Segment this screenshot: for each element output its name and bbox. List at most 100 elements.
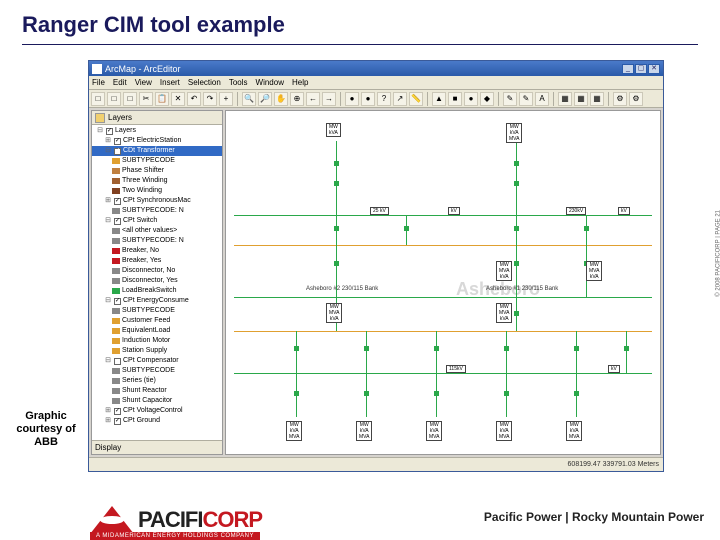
layer-checkbox[interactable]: ✓ xyxy=(114,408,121,415)
layer-item[interactable]: Disconnector, Yes xyxy=(92,276,222,286)
tree-toggle-icon[interactable]: ⊞ xyxy=(104,406,112,416)
switch-node[interactable] xyxy=(574,346,579,351)
toolbar-button-33[interactable]: ▦ xyxy=(574,92,588,106)
layer-item[interactable]: Three Winding xyxy=(92,176,222,186)
menu-edit[interactable]: Edit xyxy=(113,78,127,87)
toolbar-button-3[interactable]: ✂ xyxy=(139,92,153,106)
switch-node[interactable] xyxy=(514,311,519,316)
switch-node[interactable] xyxy=(514,161,519,166)
toolbar-button-0[interactable]: □ xyxy=(91,92,105,106)
toolbar-button-1[interactable]: □ xyxy=(107,92,121,106)
tree-toggle-icon[interactable]: ⊟ xyxy=(96,126,104,136)
layer-item[interactable]: ⊟✓Layers xyxy=(92,126,222,136)
switch-node[interactable] xyxy=(334,226,339,231)
layers-panel-footer-tab[interactable]: Display xyxy=(92,440,222,454)
toolbar-button-11[interactable]: 🔎 xyxy=(258,92,272,106)
toolbar-button-18[interactable]: ● xyxy=(361,92,375,106)
toolbar-button-4[interactable]: 📋 xyxy=(155,92,169,106)
switch-node[interactable] xyxy=(404,226,409,231)
layer-item[interactable]: SUBTYPECODE xyxy=(92,306,222,316)
switch-node[interactable] xyxy=(504,391,509,396)
menu-insert[interactable]: Insert xyxy=(160,78,180,87)
minimize-button[interactable]: _ xyxy=(622,64,634,74)
tree-toggle-icon[interactable]: ⊟ xyxy=(104,146,112,156)
switch-node[interactable] xyxy=(334,261,339,266)
toolbar-button-17[interactable]: ● xyxy=(345,92,359,106)
toolbar-button-24[interactable]: ■ xyxy=(448,92,462,106)
layer-item[interactable]: SUBTYPECODE xyxy=(92,366,222,376)
switch-node[interactable] xyxy=(294,391,299,396)
switch-node[interactable] xyxy=(514,181,519,186)
toolbar-button-5[interactable]: ✕ xyxy=(171,92,185,106)
layer-checkbox[interactable]: ✓ xyxy=(114,198,121,205)
layer-item[interactable]: ⊞✓CPt VoltageControl xyxy=(92,406,222,416)
layer-item[interactable]: Shunt Reactor xyxy=(92,386,222,396)
toolbar-button-21[interactable]: 📏 xyxy=(409,92,423,106)
layer-item[interactable]: Disconnector, No xyxy=(92,266,222,276)
switch-node[interactable] xyxy=(434,346,439,351)
menu-selection[interactable]: Selection xyxy=(188,78,221,87)
switch-node[interactable] xyxy=(364,346,369,351)
tree-toggle-icon[interactable]: ⊞ xyxy=(104,416,112,426)
menu-tools[interactable]: Tools xyxy=(229,78,248,87)
layer-item[interactable]: ⊞✓CPt SynchronousMac xyxy=(92,196,222,206)
toolbar-button-8[interactable]: + xyxy=(219,92,233,106)
toolbar-button-26[interactable]: ◆ xyxy=(480,92,494,106)
layer-item[interactable]: ⊞✓CPt ElectricStation xyxy=(92,136,222,146)
layer-item[interactable]: Breaker, Yes xyxy=(92,256,222,266)
layer-item[interactable]: <all other values> xyxy=(92,226,222,236)
menu-file[interactable]: File xyxy=(92,78,105,87)
switch-node[interactable] xyxy=(504,346,509,351)
layer-item[interactable]: Customer Feed xyxy=(92,316,222,326)
switch-node[interactable] xyxy=(514,261,519,266)
layer-item[interactable]: EquivalentLoad xyxy=(92,326,222,336)
tree-toggle-icon[interactable]: ⊞ xyxy=(104,196,112,206)
layer-checkbox[interactable]: ✓ xyxy=(114,298,121,305)
layer-item[interactable]: ⊟✓CDt Transformer xyxy=(92,146,222,156)
switch-node[interactable] xyxy=(624,346,629,351)
tree-toggle-icon[interactable]: ⊟ xyxy=(104,216,112,226)
layer-item[interactable]: SUBTYPECODE: N xyxy=(92,206,222,216)
menu-help[interactable]: Help xyxy=(292,78,308,87)
switch-node[interactable] xyxy=(364,391,369,396)
layer-checkbox[interactable]: ✓ xyxy=(114,218,121,225)
layer-checkbox[interactable]: ✓ xyxy=(106,128,113,135)
toolbar-button-6[interactable]: ↶ xyxy=(187,92,201,106)
layer-item[interactable]: Breaker, No xyxy=(92,246,222,256)
switch-node[interactable] xyxy=(584,226,589,231)
toolbar-button-28[interactable]: ✎ xyxy=(503,92,517,106)
layer-item[interactable]: ⊟✓CPt Switch xyxy=(92,216,222,226)
menu-view[interactable]: View xyxy=(135,78,152,87)
layer-item[interactable]: Induction Motor xyxy=(92,336,222,346)
switch-node[interactable] xyxy=(334,161,339,166)
layer-item[interactable]: LoadBreakSwitch xyxy=(92,286,222,296)
tree-toggle-icon[interactable]: ⊟ xyxy=(104,356,112,366)
toolbar-button-25[interactable]: ● xyxy=(464,92,478,106)
toolbar-button-2[interactable]: □ xyxy=(123,92,137,106)
layer-item[interactable]: Station Supply xyxy=(92,346,222,356)
toolbar-button-19[interactable]: ? xyxy=(377,92,391,106)
close-button[interactable]: ✕ xyxy=(648,64,660,74)
tree-toggle-icon[interactable]: ⊞ xyxy=(104,136,112,146)
toolbar-button-15[interactable]: → xyxy=(322,92,336,106)
layer-item[interactable]: Phase Shifter xyxy=(92,166,222,176)
layer-item[interactable]: Two Winding xyxy=(92,186,222,196)
layer-checkbox[interactable] xyxy=(114,358,121,365)
map-canvas[interactable]: Asheboro MWkVAMWkVAMVA25 kVkV230kVkVMWMV… xyxy=(225,110,661,455)
switch-node[interactable] xyxy=(334,181,339,186)
menu-window[interactable]: Window xyxy=(256,78,284,87)
layer-item[interactable]: Series (tie) xyxy=(92,376,222,386)
switch-node[interactable] xyxy=(294,346,299,351)
toolbar-button-36[interactable]: ⚙ xyxy=(613,92,627,106)
toolbar-button-10[interactable]: 🔍 xyxy=(242,92,256,106)
layer-item[interactable]: ⊟✓CPt EnergyConsume xyxy=(92,296,222,306)
toolbar-button-12[interactable]: ✋ xyxy=(274,92,288,106)
toolbar-button-29[interactable]: ✎ xyxy=(519,92,533,106)
toolbar-button-7[interactable]: ↷ xyxy=(203,92,217,106)
layer-checkbox[interactable]: ✓ xyxy=(114,418,121,425)
toolbar-button-23[interactable]: ▲ xyxy=(432,92,446,106)
layer-checkbox[interactable]: ✓ xyxy=(114,138,121,145)
switch-node[interactable] xyxy=(514,226,519,231)
toolbar-button-14[interactable]: ← xyxy=(306,92,320,106)
switch-node[interactable] xyxy=(574,391,579,396)
